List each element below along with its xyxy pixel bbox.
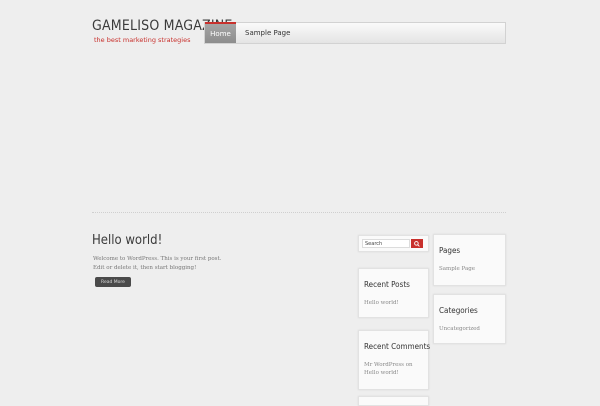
search-icon: [414, 240, 420, 247]
pages-sample-page-link[interactable]: Sample Page: [439, 265, 504, 273]
nav-item-sample-page[interactable]: Sample Page: [236, 23, 299, 43]
content-divider: [92, 212, 506, 213]
main-nav: Home Sample Page: [204, 22, 506, 44]
categories-widget: Categories Uncategorized: [433, 294, 506, 344]
search-button[interactable]: [411, 239, 423, 248]
recent-posts-widget: Recent Posts Hello world!: [358, 268, 429, 318]
search-input[interactable]: [362, 239, 410, 248]
recent-posts-title: Recent Posts: [364, 280, 410, 289]
post-excerpt: Welcome to WordPress. This is your first…: [93, 256, 222, 271]
category-uncategorized-link[interactable]: Uncategorized: [439, 325, 504, 333]
recent-post-link[interactable]: Hello world!: [364, 299, 429, 307]
post-title[interactable]: Hello world!: [92, 233, 162, 248]
site-tagline: the best marketing strategies: [94, 36, 191, 44]
recent-comment-text[interactable]: Mr WordPress on Hello world!: [364, 361, 429, 377]
read-more-button[interactable]: Read More: [95, 277, 131, 287]
recent-widget-partial: [358, 396, 429, 406]
pages-widget: Pages Sample Page: [433, 234, 506, 286]
recent-comments-title: Recent Comments: [364, 342, 431, 351]
search-widget: [358, 235, 429, 252]
recent-comments-widget: Recent Comments Mr WordPress on Hello wo…: [358, 330, 431, 390]
categories-title: Categories: [439, 306, 478, 315]
pages-title: Pages: [439, 246, 461, 255]
nav-item-home[interactable]: Home: [205, 22, 236, 43]
